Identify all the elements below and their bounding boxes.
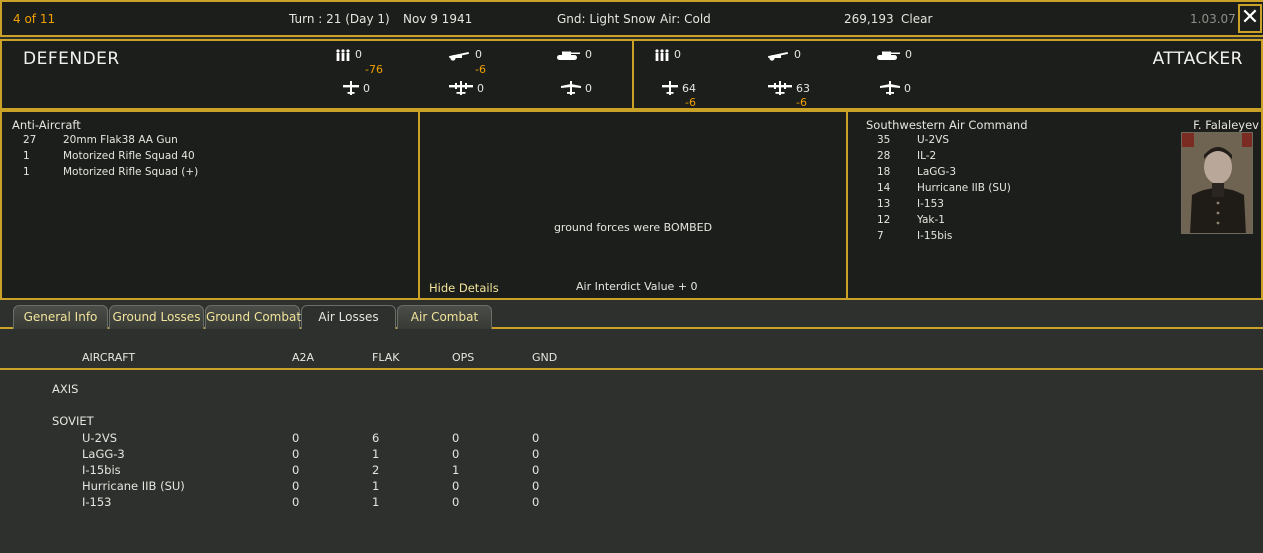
column-header-aircraft[interactable]: AIRCRAFT	[82, 351, 135, 364]
column-header-flak[interactable]: FLAK	[372, 351, 399, 364]
date-label: Nov 9 1941	[403, 12, 473, 26]
attacker-afv-stat: 0	[875, 48, 912, 61]
group-label-soviet: SOVIET	[52, 414, 94, 428]
commander-name[interactable]: F. Falaleyev	[1193, 118, 1259, 132]
fighter-icon	[343, 81, 359, 95]
column-header-ops[interactable]: OPS	[452, 351, 474, 364]
close-icon: ✕	[1240, 5, 1260, 30]
defender-recon-stat: 0	[561, 81, 592, 95]
weather-label: Clear	[901, 12, 933, 26]
tab-ground-combat[interactable]: Ground Combat	[205, 305, 301, 329]
recon-plane-icon	[880, 81, 900, 95]
page-counter: 4 of 11	[13, 12, 56, 26]
defender-guns-delta: -6	[475, 63, 486, 76]
tab-air-losses[interactable]: Air Losses	[301, 305, 396, 329]
fighter-icon	[662, 81, 678, 95]
list-item[interactable]: 12 Yak-1	[877, 214, 1011, 230]
gun-icon	[447, 49, 471, 61]
defender-title: DEFENDER	[23, 49, 120, 69]
table-row[interactable]: LaGG-3 0 1 0 0	[0, 447, 600, 463]
list-item[interactable]: 1 Motorized Rifle Squad (+)	[23, 166, 198, 182]
bomber-icon	[768, 81, 792, 95]
commander-portrait-image	[1182, 133, 1252, 233]
defender-unit-heading: Anti-Aircraft	[12, 118, 81, 132]
attacker-fighters-stat: 64	[662, 81, 696, 95]
table-row[interactable]: I-15bis 0 2 1 0	[0, 463, 600, 479]
combat-result-message: ground forces were BOMBED	[553, 221, 713, 234]
attacker-fighters-delta: -6	[685, 96, 696, 109]
defender-units-panel: Anti-Aircraft 27 20mm Flak38 AA Gun 1 Moto…	[0, 110, 420, 300]
air-condition: Air: Cold	[660, 12, 711, 26]
attacker-recon-stat: 0	[880, 81, 911, 95]
tab-ground-losses[interactable]: Ground Losses	[109, 305, 204, 329]
attacker-bombers-stat: 63	[768, 81, 810, 95]
air-losses-table-header: AIRCRAFT A2A FLAK OPS GND	[0, 343, 1263, 370]
version-label: 1.03.07	[1190, 12, 1236, 26]
list-item[interactable]: 27 20mm Flak38 AA Gun	[23, 134, 198, 150]
defender-fighters-stat: 0	[343, 81, 370, 95]
attacker-men-stat: 0	[654, 48, 681, 61]
defender-men-delta: -76	[365, 63, 383, 76]
list-item[interactable]: 18 LaGG-3	[877, 166, 1011, 182]
hex-location: 269,193	[844, 12, 894, 26]
defender-unit-list: 27 20mm Flak38 AA Gun 1 Motorized Rifle Sq…	[23, 134, 198, 182]
attacker-units-panel: Southwestern Air Command F. Falaleyev 35…	[846, 110, 1263, 300]
hide-details-link[interactable]: Hide Details	[429, 281, 499, 295]
gun-icon	[766, 49, 790, 61]
turn-label: Turn : 21 (Day 1)	[289, 12, 390, 26]
air-interdict-value: Air Interdict Value + 0	[576, 280, 698, 293]
group-label-axis: AXIS	[52, 382, 79, 396]
column-header-gnd[interactable]: GND	[532, 351, 557, 364]
men-icon	[654, 49, 670, 61]
defender-afv-stat: 0	[555, 48, 592, 61]
column-header-a2a[interactable]: A2A	[292, 351, 314, 364]
attacker-title: ATTACKER	[1152, 49, 1243, 69]
commander-portrait[interactable]	[1181, 132, 1253, 234]
close-button[interactable]: ✕	[1238, 4, 1262, 33]
tab-bar: General Info Ground Losses Ground Combat…	[0, 301, 1263, 329]
ground-condition: Gnd: Light Snow	[557, 12, 656, 26]
tab-air-combat[interactable]: Air Combat	[397, 305, 492, 329]
defender-guns-stat: 0	[447, 48, 482, 61]
table-row[interactable]: U-2VS 0 6 0 0	[0, 431, 600, 447]
table-row[interactable]: Hurricane IIB (SU) 0 1 0 0	[0, 479, 600, 495]
list-item[interactable]: 13 I-153	[877, 198, 1011, 214]
defender-summary-panel: DEFENDER 0 -76 0 -6 0 0 0 0	[0, 39, 634, 110]
attacker-unit-heading: Southwestern Air Command	[866, 118, 1028, 132]
list-item[interactable]: 35 U-2VS	[877, 134, 1011, 150]
list-item[interactable]: 1 Motorized Rifle Squad 40	[23, 150, 198, 166]
defender-bombers-stat: 0	[449, 81, 484, 95]
attacker-summary-panel: ATTACKER 0 0 0 64 -6 63 -6 0	[632, 39, 1263, 110]
recon-plane-icon	[561, 81, 581, 95]
bomber-icon	[449, 81, 473, 95]
attacker-guns-stat: 0	[766, 48, 801, 61]
tank-icon	[875, 49, 901, 61]
list-item[interactable]: 14 Hurricane IIB (SU)	[877, 182, 1011, 198]
men-icon	[335, 49, 351, 61]
attacker-bombers-delta: -6	[796, 96, 807, 109]
tank-icon	[555, 49, 581, 61]
attacker-unit-list: 35 U-2VS 28 IL-2 18 LaGG-3 14 Hurricane IIB …	[877, 134, 1011, 246]
list-item[interactable]: 7 I-15bis	[877, 230, 1011, 246]
combat-message-panel: ground forces were BOMBED Hide Details A…	[418, 110, 848, 300]
top-bar: 4 of 11 Turn : 21 (Day 1) Nov 9 1941 Gnd…	[0, 0, 1263, 37]
table-row[interactable]: I-153 0 1 0 0	[0, 495, 600, 511]
tab-general-info[interactable]: General Info	[13, 305, 108, 329]
defender-men-stat: 0	[335, 48, 362, 61]
list-item[interactable]: 28 IL-2	[877, 150, 1011, 166]
